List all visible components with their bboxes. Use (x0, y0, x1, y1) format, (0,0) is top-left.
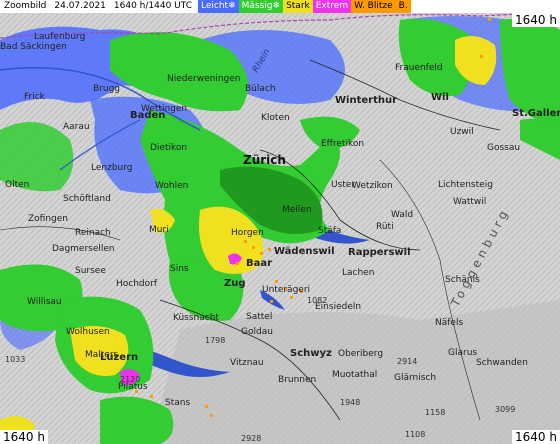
place-label: Effretikon (321, 139, 365, 149)
time-badge-bottom-right: 1640 h (512, 430, 560, 444)
legend-stark: Stark (283, 0, 313, 13)
place-label: Uster (331, 180, 356, 190)
place-label: Wettingen (141, 104, 188, 114)
snowflake-icon: ❄ (272, 1, 281, 11)
place-label: Stäfa (318, 226, 342, 236)
place-label: Dietikon (150, 143, 188, 153)
elevation-label: 2928 (241, 434, 262, 443)
place-label: Frauenfeld (395, 63, 443, 73)
place-label: Goldau (241, 327, 273, 337)
place-label: Muotathal (332, 370, 378, 380)
legend-leicht: Leicht ❄ (198, 0, 239, 13)
elevation-label: 2120 (120, 375, 141, 384)
place-label: Wädenswil (274, 246, 335, 257)
place-label: Aarau (63, 122, 90, 132)
place-label: Hochdorf (116, 279, 158, 289)
place-label: Baar (246, 258, 273, 269)
place-label: Niederweningen (167, 74, 241, 84)
place-label: Wetzikon (352, 181, 393, 191)
legend-blitze: W. Blitze (351, 0, 396, 13)
place-label: Wolhusen (66, 327, 110, 337)
place-label: Lenzburg (91, 163, 133, 173)
place-label: Meilen (282, 205, 312, 215)
place-label: Horgen (231, 228, 264, 238)
place-label: Brugg (93, 84, 121, 94)
place-label: Bülach (245, 84, 276, 94)
place-label: Zürich (243, 153, 286, 167)
place-label: Willisau (27, 297, 62, 307)
elevation-label: 1033 (5, 355, 26, 364)
place-label: Malters (85, 350, 119, 360)
time-badge-top-right: 1640 h (512, 13, 560, 27)
place-label: Glärnisch (394, 373, 437, 383)
place-label: Schwanden (476, 358, 528, 368)
place-label: Wald (391, 210, 414, 220)
place-label: Rüti (376, 222, 394, 232)
elevation-label: 1948 (340, 398, 361, 407)
legend-maessig: Mässig ❄ (238, 0, 284, 13)
elevation-label: 3099 (495, 405, 516, 414)
place-label: Muri (149, 225, 169, 235)
date-label: 24.07.2021 (54, 1, 106, 11)
place-label: Wil (431, 92, 449, 103)
place-label: Frick (24, 92, 45, 102)
place-label: Wohlen (155, 181, 189, 191)
place-label: Brunnen (278, 375, 317, 385)
place-label: Lichtensteig (438, 180, 493, 190)
elevation-label: 1158 (425, 408, 446, 417)
header-bar: Zoombild 24.07.2021 1640 h/1440 UTC Leic… (0, 0, 560, 13)
snowflake-icon: ❄ (228, 1, 236, 11)
place-label: Sins (170, 264, 189, 274)
legend-b: B. (395, 0, 411, 13)
elevation-label: 1798 (205, 336, 226, 345)
place-label: Dagmersellen (52, 244, 115, 254)
elevation-label: 2914 (397, 357, 418, 366)
time-label: 1640 h/1440 UTC (113, 1, 193, 11)
radar-map: Zoombild 24.07.2021 1640 h/1440 UTC Leic… (0, 0, 560, 444)
place-label: Zofingen (28, 214, 68, 224)
legend-extrem: Extrem (312, 0, 352, 13)
place-label: Küssnacht (173, 313, 219, 323)
place-label: Lachen (342, 268, 375, 278)
place-label: Bad Säckingen (0, 42, 67, 52)
place-label: Stans (165, 398, 191, 408)
place-label: Glarus (448, 348, 478, 358)
place-label: Unterägeri (262, 285, 311, 295)
place-label: Oberiberg (338, 349, 384, 359)
place-label: Näfels (435, 318, 464, 328)
place-label: Schöftland (63, 194, 111, 204)
place-label: Wattwil (453, 197, 487, 207)
elevation-label: 1082 (307, 296, 328, 305)
place-label: Sattel (246, 312, 273, 322)
place-label: Olten (5, 180, 30, 190)
place-label: Rapperswil (348, 247, 411, 258)
place-label: Uzwil (450, 127, 474, 137)
place-label: Vitznau (230, 358, 264, 368)
place-label: Laufenburg (34, 32, 86, 42)
place-label: St.Gallen (512, 108, 560, 119)
place-label: Reinach (75, 228, 111, 238)
time-badge-bottom-left: 1640 h (0, 430, 48, 444)
place-label: Gossau (487, 143, 521, 153)
place-label: Kloten (261, 113, 290, 123)
elevation-label: 1108 (405, 430, 426, 439)
zoom-label: Zoombild (4, 1, 47, 11)
place-label: Zug (224, 278, 246, 289)
place-label: Schwyz (290, 348, 332, 359)
place-label: Winterthur (335, 95, 398, 106)
place-label: Sursee (75, 266, 106, 276)
